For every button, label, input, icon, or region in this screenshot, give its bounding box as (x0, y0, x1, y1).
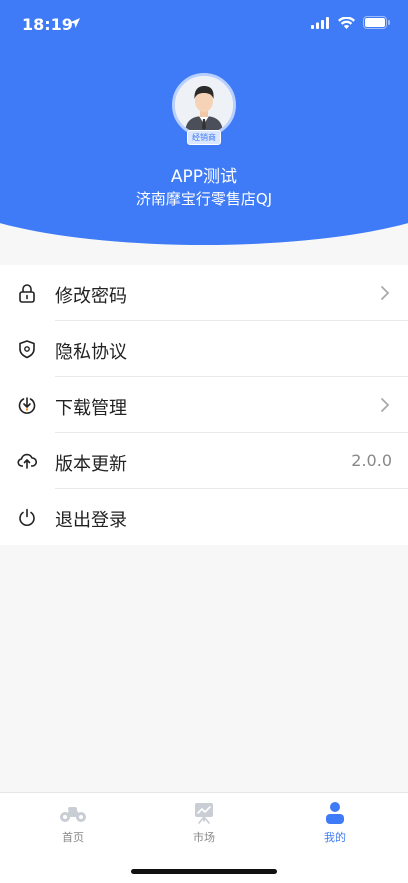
power-icon (19, 508, 35, 526)
status-bar: 18:19 (0, 0, 408, 50)
battery-icon (363, 16, 390, 29)
chart-board-icon (195, 803, 213, 824)
person-icon (326, 802, 344, 824)
menu-item-label: 修改密码 (55, 286, 127, 307)
version-value: 2.0.0 (351, 451, 392, 470)
status-time: 18:19 (22, 15, 73, 34)
home-indicator (131, 869, 277, 874)
settings-menu: 修改密码 隐私协议 下载管理 版本更新 2.0.0 退出登录 (0, 265, 408, 545)
menu-item-change-password[interactable]: 修改密码 (0, 265, 408, 321)
motorcycle-icon (60, 807, 86, 822)
chevron-right-icon (381, 398, 390, 412)
menu-item-label: 隐私协议 (55, 342, 127, 363)
lock-icon (19, 284, 35, 303)
role-badge: 经销商 (187, 130, 221, 145)
shield-icon (19, 340, 35, 359)
chevron-right-icon (381, 286, 390, 300)
cloud-upload-icon (17, 453, 37, 469)
avatar[interactable] (172, 73, 236, 137)
menu-item-privacy-policy[interactable]: 隐私协议 (0, 321, 408, 377)
menu-item-logout[interactable]: 退出登录 (0, 489, 408, 545)
tab-label: 我的 (324, 831, 346, 844)
tab-home[interactable]: 首页 (33, 801, 113, 845)
tab-market[interactable]: 市场 (164, 801, 244, 845)
menu-item-download-manager[interactable]: 下载管理 (0, 377, 408, 433)
status-icons (311, 16, 390, 29)
user-avatar-icon (175, 76, 233, 134)
signal-icon (311, 16, 329, 29)
tab-label: 首页 (62, 831, 84, 844)
menu-item-label: 下载管理 (55, 398, 127, 419)
location-arrow-icon (70, 18, 80, 28)
tab-mine[interactable]: 我的 (295, 801, 375, 845)
download-icon (18, 397, 36, 414)
tab-label: 市场 (193, 831, 215, 844)
menu-item-label: 版本更新 (55, 454, 127, 475)
menu-item-version-update[interactable]: 版本更新 2.0.0 (0, 433, 408, 489)
wifi-icon (338, 16, 355, 29)
user-shop: 济南摩宝行零售店QJ (135, 190, 273, 208)
menu-item-label: 退出登录 (55, 510, 127, 531)
user-name: APP测试 (170, 167, 238, 187)
